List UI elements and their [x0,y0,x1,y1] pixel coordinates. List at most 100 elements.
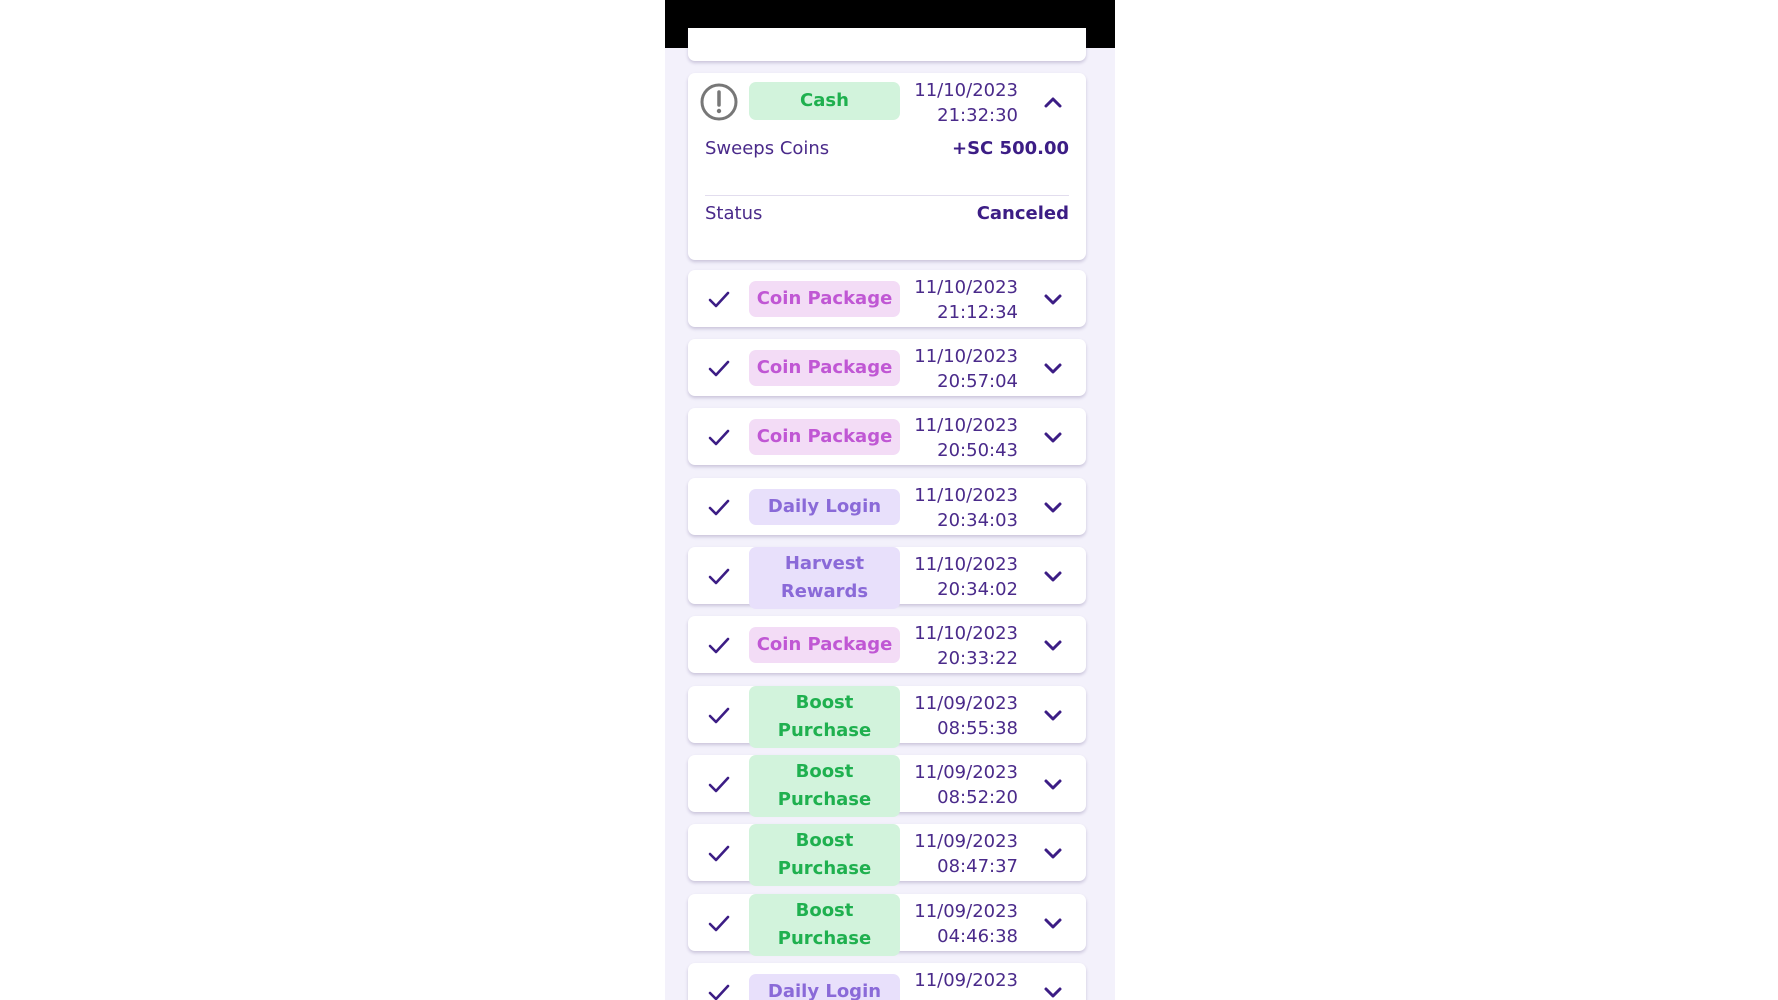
chevron-down-icon[interactable] [1042,634,1064,656]
transaction-datetime: 11/09/2023 08:52:20 [914,760,1018,810]
transaction-card: Daily Login 11/10/2023 20:34:03 [688,478,1086,535]
transaction-card: Coin Package 11/10/2023 20:57:04 [688,339,1086,396]
sweeps-coins-line: Sweeps Coins +SC 500.00 [705,138,1069,168]
transaction-header[interactable]: Coin Package 11/10/2023 20:50:43 [688,408,1086,465]
check-icon [708,776,730,793]
transaction-date: 11/09/2023 [914,901,1018,922]
transaction-card: Boost Purchase 11/09/2023 08:47:37 [688,824,1086,886]
chevron-down-icon[interactable] [1042,565,1064,587]
transaction-datetime: 11/10/2023 20:33:22 [914,621,1018,671]
chevron-down-icon[interactable] [1042,981,1064,1000]
transaction-type-badge: Boost Purchase [749,894,900,956]
transaction-type-badge: Coin Package [749,419,900,455]
transaction-date: 11/10/2023 [914,623,1018,644]
transaction-type-badge: Coin Package [749,627,900,663]
check-icon [708,568,730,585]
transaction-datetime: 11/10/2023 21:32:30 [914,78,1018,128]
phone-screen: Cash 11/10/2023 21:32:30 Sweeps Coins +S… [665,0,1115,1000]
sweeps-coins-label: Sweeps Coins [705,138,830,159]
transaction-header[interactable]: Coin Package 11/10/2023 20:33:22 [688,616,1086,673]
transaction-date: 11/09/2023 [914,831,1018,852]
transaction-date: 11/09/2023 [914,762,1018,783]
transaction-type-badge: Daily Login [749,974,900,1000]
transaction-type-badge: Boost Purchase [749,824,900,886]
transaction-date: 11/10/2023 [914,485,1018,506]
chevron-down-icon[interactable] [1042,496,1064,518]
transaction-time: 21:32:30 [937,105,1018,126]
chevron-down-icon[interactable] [1042,426,1064,448]
transaction-time: 08:55:38 [937,718,1018,739]
chevron-down-icon[interactable] [1042,773,1064,795]
transaction-date: 11/10/2023 [914,80,1018,101]
transaction-header[interactable]: Coin Package 11/10/2023 20:57:04 [688,339,1086,396]
transaction-datetime: 11/10/2023 20:57:04 [914,344,1018,394]
transaction-time: 20:57:04 [937,371,1018,392]
transaction-header[interactable]: Coin Package 11/10/2023 21:12:34 [688,270,1086,327]
transaction-type-badge: Boost Purchase [749,686,900,748]
chevron-down-icon[interactable] [1042,842,1064,864]
sweeps-coins-value: +SC 500.00 [952,138,1069,159]
check-icon [708,499,730,516]
transaction-card: Coin Package 11/10/2023 20:50:43 [688,408,1086,465]
transaction-card: Coin Package 11/10/2023 21:12:34 [688,270,1086,327]
transaction-datetime: 11/10/2023 21:12:34 [914,275,1018,325]
transaction-date: 11/10/2023 [914,346,1018,367]
chevron-down-icon[interactable] [1042,912,1064,934]
check-icon [708,291,730,308]
transaction-type-badge: Boost Purchase [749,755,900,817]
transaction-card: Boost Purchase 11/09/2023 04:46:38 [688,894,1086,956]
transaction-date: 11/09/2023 [914,970,1018,991]
transaction-header[interactable]: Boost Purchase 11/09/2023 08:55:38 [688,686,1086,748]
transaction-type-badge: Cash [749,82,900,120]
check-icon [708,845,730,862]
transaction-datetime: 11/09/2023 [914,968,1018,993]
transaction-card: Harvest Rewards 11/10/2023 20:34:02 [688,547,1086,609]
transaction-details: Sweeps Coins +SC 500.00 Status Canceled [688,130,1086,260]
transaction-time: 20:34:02 [937,579,1018,600]
transaction-datetime: 11/09/2023 08:47:37 [914,829,1018,879]
transaction-card: Daily Login 11/09/2023 [688,963,1086,1000]
transaction-header[interactable]: Boost Purchase 11/09/2023 08:52:20 [688,755,1086,817]
transaction-time: 08:47:37 [937,856,1018,877]
check-icon [708,915,730,932]
transaction-card: Coin Package 11/10/2023 20:33:22 [688,616,1086,673]
transaction-card: Boost Purchase 11/09/2023 08:52:20 [688,755,1086,817]
transaction-date: 11/09/2023 [914,693,1018,714]
transaction-date: 11/10/2023 [914,277,1018,298]
chevron-down-icon[interactable] [1042,704,1064,726]
transaction-time: 20:33:22 [937,648,1018,669]
transaction-header[interactable]: Daily Login 11/09/2023 [688,963,1086,1000]
chevron-down-icon[interactable] [1042,357,1064,379]
transaction-datetime: 11/10/2023 20:34:02 [914,552,1018,602]
transaction-datetime: 11/10/2023 20:50:43 [914,413,1018,463]
previous-transaction-card[interactable] [688,28,1086,61]
alert-circle-icon [700,83,738,121]
check-icon [708,984,730,1000]
chevron-up-icon[interactable] [1042,91,1064,113]
transaction-type-badge: Coin Package [749,281,900,317]
transaction-type-badge: Daily Login [749,489,900,525]
transaction-card-expanded: Cash 11/10/2023 21:32:30 Sweeps Coins +S… [688,73,1086,260]
check-icon [708,637,730,654]
transaction-header[interactable]: Daily Login 11/10/2023 20:34:03 [688,478,1086,535]
transaction-datetime: 11/10/2023 20:34:03 [914,483,1018,533]
transaction-time: 08:52:20 [937,787,1018,808]
transaction-datetime: 11/09/2023 04:46:38 [914,899,1018,949]
transaction-time: 20:34:03 [937,510,1018,531]
status-value: Canceled [976,203,1069,224]
transaction-header[interactable]: Boost Purchase 11/09/2023 08:47:37 [688,824,1086,886]
transaction-header[interactable]: Harvest Rewards 11/10/2023 20:34:02 [688,547,1086,609]
check-icon [708,360,730,377]
check-icon [708,707,730,724]
details-divider [705,195,1069,196]
transaction-time: 20:50:43 [937,440,1018,461]
transaction-time: 21:12:34 [937,302,1018,323]
check-icon [708,429,730,446]
status-label: Status [705,203,763,224]
transaction-header[interactable]: Cash 11/10/2023 21:32:30 [688,73,1086,130]
transaction-date: 11/10/2023 [914,415,1018,436]
status-line: Status Canceled [705,203,1069,233]
chevron-down-icon[interactable] [1042,288,1064,310]
transaction-header[interactable]: Boost Purchase 11/09/2023 04:46:38 [688,894,1086,956]
transaction-card: Boost Purchase 11/09/2023 08:55:38 [688,686,1086,748]
